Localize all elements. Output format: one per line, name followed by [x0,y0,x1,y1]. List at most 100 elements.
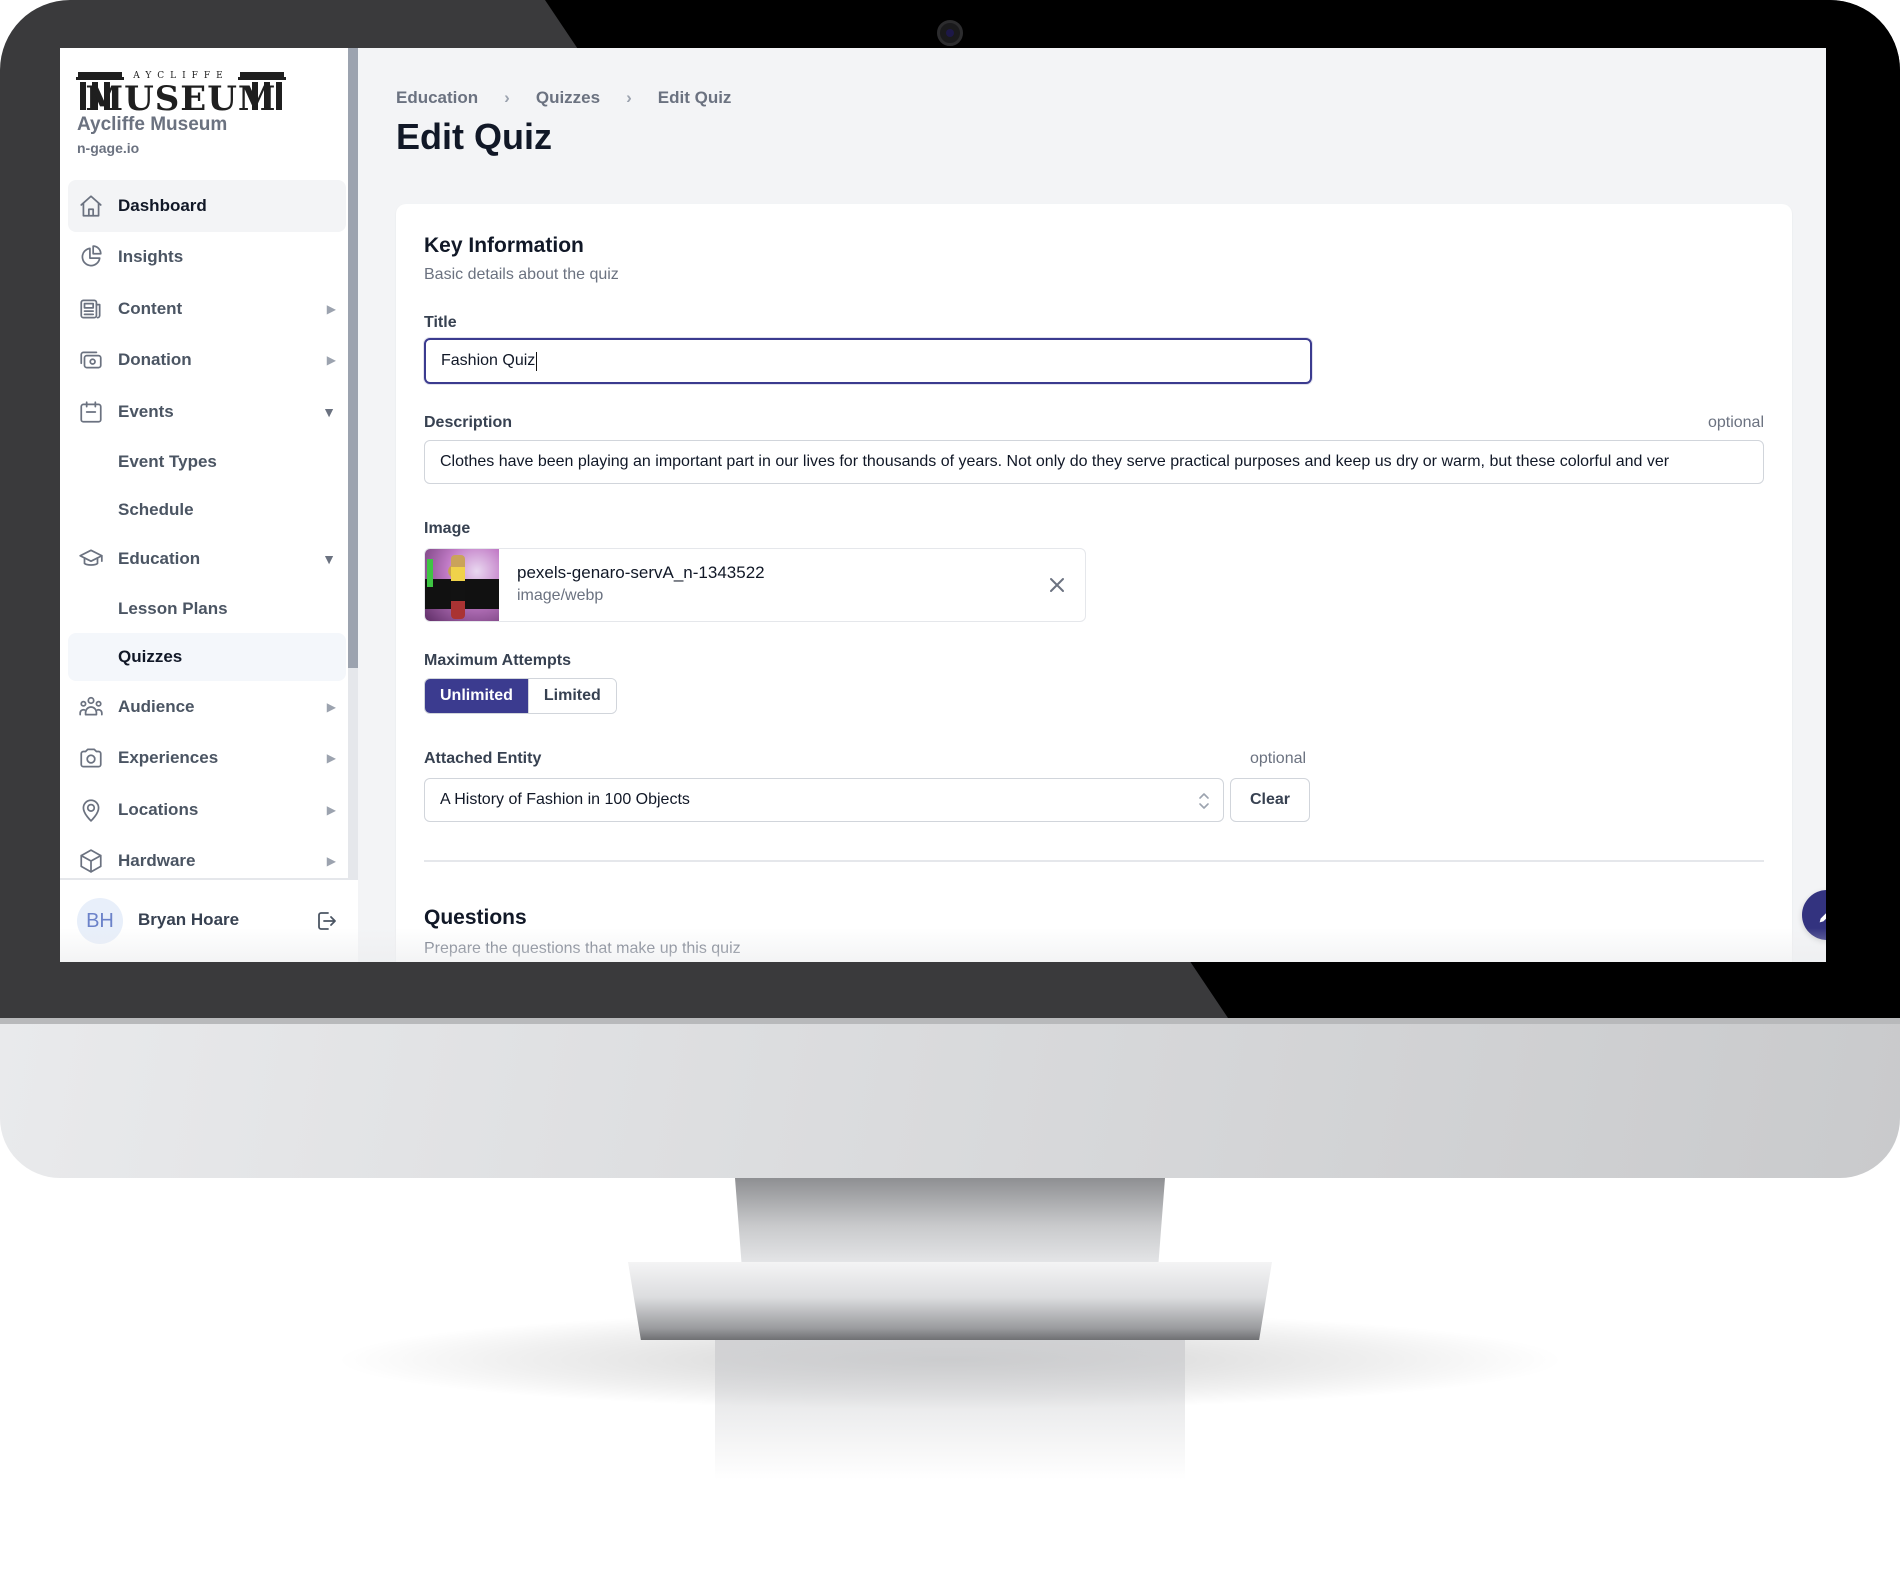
org-name: Aycliffe Museum [77,114,228,135]
image-thumbnail[interactable] [425,549,499,621]
calendar-icon [78,399,104,425]
chevron-right-icon: › [504,88,510,107]
title-input-value: Fashion Quiz [441,352,536,369]
sidebar-item-label: Schedule [118,499,194,519]
pencil-icon [1819,913,1826,923]
sidebar-item-content[interactable]: Content ▶ [68,283,346,335]
location-pin-icon [78,797,104,823]
thumbnail-detail [427,559,433,587]
questions-subtitle: Prepare the questions that make up this … [424,940,741,957]
image-file-name: pexels-genaro-servA_n-1343522 [517,563,765,582]
cube-icon [78,848,104,874]
chevron-right-icon: ▶ [326,301,336,316]
sidebar-item-label: Events [118,401,174,421]
sidebar-item-dashboard[interactable]: Dashboard [68,180,346,232]
section-divider [424,860,1764,862]
breadcrumb-quizzes[interactable]: Quizzes [536,88,600,108]
description-input-value: Clothes have been playing an important p… [440,453,1670,470]
image-file-type: image/webp [517,587,604,604]
close-icon[interactable] [1045,573,1069,597]
academic-cap-icon [78,546,104,572]
sidebar-item-label: Insights [118,247,184,267]
edit-fab-button[interactable] [1802,890,1826,940]
attached-entity-value: A History of Fashion in 100 Objects [440,791,690,808]
cash-icon [78,347,104,373]
section-title-questions: Questions [424,906,527,929]
breadcrumb-edit-quiz: Edit Quiz [657,88,732,107]
attached-entity-label: Attached Entity [424,750,542,767]
select-arrows-icon [1199,793,1209,809]
sidebar-item-insights[interactable]: Insights [68,232,346,284]
chevron-right-icon: ▶ [326,751,336,766]
description-input[interactable]: Clothes have been playing an important p… [424,440,1764,484]
logout-icon[interactable] [314,909,338,933]
attached-entity-optional: optional [1250,750,1307,767]
avatar[interactable]: BH [77,898,123,944]
thumbnail-figure [451,555,465,619]
title-input[interactable]: Fashion Quiz [424,338,1312,384]
chevron-right-icon: ▶ [326,802,336,817]
quiz-form-card: Key Information Basic details about the … [396,204,1792,962]
sidebar-item-label: Audience [118,696,195,716]
newspaper-icon [78,296,104,322]
sidebar-item-education[interactable]: Education ▼ [68,534,346,586]
sidebar-item-quizzes[interactable]: Quizzes [68,633,346,681]
sidebar-item-label: Quizzes [118,647,183,666]
section-subtitle: Basic details about the quiz [424,266,619,283]
sidebar: AYCLIFFE MUSEUM Aycliffe Museum n-gage.i… [60,48,358,962]
description-label: Description [424,414,513,431]
sidebar-item-label: Content [118,298,183,318]
max-attempts-toggle: Unlimited Limited [424,678,617,714]
sidebar-item-events[interactable]: Events ▼ [68,386,346,438]
attempts-option-limited[interactable]: Limited [527,679,616,713]
breadcrumb: Education › Quizzes › Edit Quiz [396,88,731,108]
monitor-foot [628,1262,1272,1340]
text-caret [536,351,538,371]
title-label: Title [424,314,457,331]
sidebar-item-label: Experiences [118,748,219,768]
chevron-down-icon: ▼ [322,403,336,420]
sidebar-item-label: Event Types [118,451,217,471]
sidebar-item-label: Locations [118,799,199,819]
chevron-down-icon: ▼ [322,551,336,568]
sidebar-item-schedule[interactable]: Schedule [68,486,346,534]
chevron-right-icon: ▶ [326,353,336,368]
sidebar-item-audience[interactable]: Audience ▶ [68,681,346,733]
attached-entity-select[interactable]: A History of Fashion in 100 Objects [424,778,1224,822]
sidebar-item-label: Donation [118,350,192,370]
user-group-icon [78,694,104,720]
sidebar-item-locations[interactable]: Locations ▶ [68,784,346,836]
sidebar-item-donation[interactable]: Donation ▶ [68,335,346,387]
max-attempts-label: Maximum Attempts [424,652,571,669]
museum-logo[interactable]: AYCLIFFE MUSEUM [76,68,286,119]
sidebar-item-experiences[interactable]: Experiences ▶ [68,733,346,785]
logo-graphic: AYCLIFFE MUSEUM [76,71,286,119]
sidebar-item-event-types[interactable]: Event Types [68,438,346,486]
stand-reflection [715,1340,1185,1480]
sidebar-item-label: Dashboard [118,195,207,215]
page-title: Edit Quiz [396,116,552,157]
sidebar-scrollbar-thumb[interactable] [348,48,358,668]
user-name[interactable]: Bryan Hoare [138,910,239,930]
sidebar-item-lesson-plans[interactable]: Lesson Plans [68,585,346,633]
sidebar-nav: Dashboard Insights Content ▶ Donation ▶ … [68,180,346,887]
camera-icon [78,745,104,771]
org-domain: n-gage.io [77,140,140,156]
section-title-key-information: Key Information [424,234,584,257]
image-file: pexels-genaro-servA_n-1343522 image/webp [424,548,1086,622]
user-profile-bar: BH Bryan Hoare [60,878,358,962]
webcam-icon [937,20,963,46]
monitor-chin [0,1018,1900,1178]
svg-text:MUSEUM: MUSEUM [85,79,276,112]
description-optional: optional [1707,414,1764,431]
clear-entity-button[interactable]: Clear [1230,778,1310,822]
attempts-option-unlimited[interactable]: Unlimited [425,679,528,713]
sidebar-item-label: Education [118,549,201,569]
chevron-right-icon: ▶ [326,699,336,714]
image-label: Image [424,520,471,537]
sidebar-item-label: Lesson Plans [118,599,228,618]
sidebar-item-label: Hardware [118,851,196,871]
breadcrumb-education[interactable]: Education [396,88,478,108]
home-icon [78,193,104,219]
main-content: Education › Quizzes › Edit Quiz Edit Qui… [358,48,1826,962]
